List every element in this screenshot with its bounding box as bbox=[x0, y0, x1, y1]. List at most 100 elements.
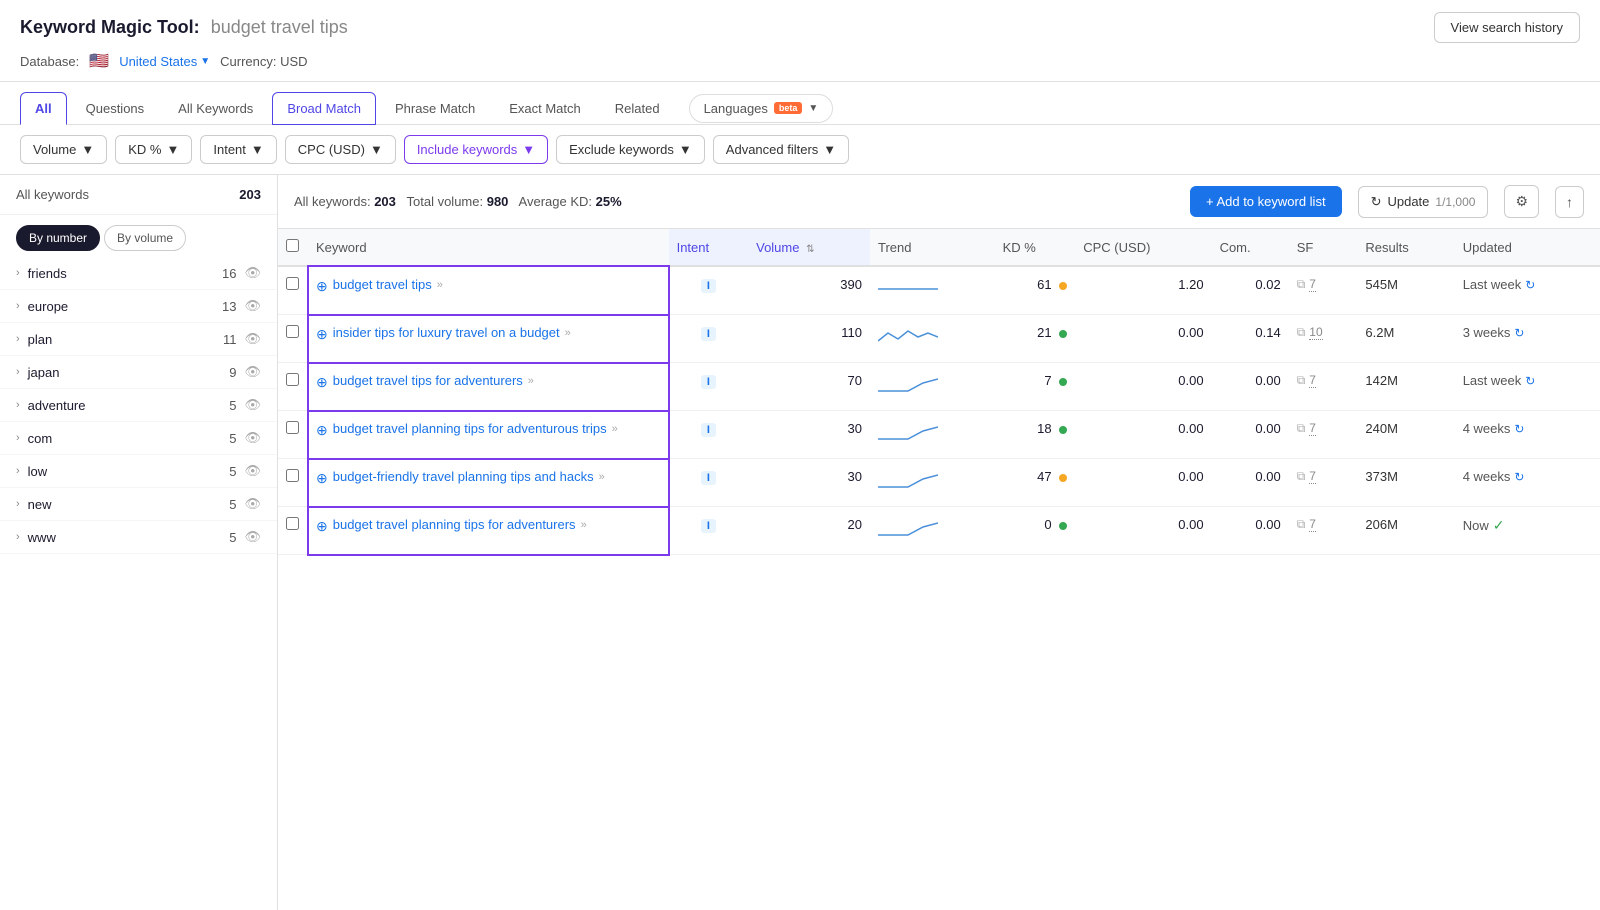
keyword-link[interactable]: ⊕ insider tips for luxury travel on a bu… bbox=[316, 325, 661, 343]
sidebar-item[interactable]: › www 5 👁 bbox=[0, 521, 277, 554]
eye-icon[interactable]: 👁 bbox=[244, 397, 261, 413]
add-to-keyword-list-button[interactable]: + Add to keyword list bbox=[1190, 186, 1342, 217]
search-query: budget travel tips bbox=[211, 17, 348, 37]
tab-all-keywords[interactable]: All Keywords bbox=[163, 92, 268, 125]
arrow-right-icon: » bbox=[437, 279, 443, 291]
sidebar-item-count: 5 bbox=[229, 530, 236, 545]
sidebar-item[interactable]: › friends 16 👁 bbox=[0, 257, 277, 290]
settings-button[interactable]: ⚙ bbox=[1504, 185, 1539, 218]
chevron-right-icon: › bbox=[16, 267, 20, 279]
languages-tab[interactable]: Languages beta ▼ bbox=[689, 94, 834, 123]
volume-cell: 390 bbox=[748, 266, 870, 315]
updated-cell: Last week ↻ bbox=[1455, 266, 1600, 315]
tab-broad-match[interactable]: Broad Match bbox=[272, 92, 376, 125]
group-by-number[interactable]: By number bbox=[16, 225, 100, 251]
refresh-icon: ↻ bbox=[1514, 326, 1524, 340]
keyword-text: insider tips for luxury travel on a budg… bbox=[333, 325, 560, 340]
filter-volume[interactable]: Volume ▼ bbox=[20, 135, 107, 164]
sidebar-item[interactable]: › adventure 5 👁 bbox=[0, 389, 277, 422]
view-history-button[interactable]: View search history bbox=[1434, 12, 1580, 43]
sf-number: 7 bbox=[1309, 517, 1316, 532]
all-keywords-stats: All keywords: 203 Total volume: 980 Aver… bbox=[294, 194, 622, 209]
tab-exact-match[interactable]: Exact Match bbox=[494, 92, 596, 125]
eye-icon[interactable]: 👁 bbox=[244, 496, 261, 512]
eye-icon[interactable]: 👁 bbox=[244, 331, 261, 347]
eye-icon[interactable]: 👁 bbox=[244, 463, 261, 479]
tab-related[interactable]: Related bbox=[600, 92, 675, 125]
row-checkbox[interactable] bbox=[286, 517, 299, 530]
filter-include-keywords[interactable]: Include keywords ▼ bbox=[404, 135, 548, 164]
volume-cell: 30 bbox=[748, 411, 870, 459]
sf-number: 7 bbox=[1309, 373, 1316, 388]
keyword-link[interactable]: ⊕ budget-friendly travel planning tips a… bbox=[316, 469, 661, 487]
row-checkbox-cell[interactable] bbox=[278, 459, 308, 507]
col-updated: Updated bbox=[1455, 229, 1600, 266]
plus-circle-icon: ⊕ bbox=[316, 374, 328, 391]
keyword-link[interactable]: ⊕ budget travel tips for adventurers » bbox=[316, 373, 661, 391]
tab-questions[interactable]: Questions bbox=[71, 92, 160, 125]
row-checkbox[interactable] bbox=[286, 325, 299, 338]
sf-number: 7 bbox=[1309, 277, 1316, 292]
sidebar-item[interactable]: › europe 13 👁 bbox=[0, 290, 277, 323]
eye-icon[interactable]: 👁 bbox=[244, 265, 261, 281]
database-link[interactable]: United States ▼ bbox=[119, 54, 210, 69]
keyword-link[interactable]: ⊕ budget travel planning tips for advent… bbox=[316, 517, 661, 535]
group-by-volume[interactable]: By volume bbox=[104, 225, 186, 251]
tool-name: Keyword Magic Tool: bbox=[20, 17, 200, 37]
sidebar-item[interactable]: › plan 11 👁 bbox=[0, 323, 277, 356]
row-checkbox[interactable] bbox=[286, 469, 299, 482]
chevron-right-icon: › bbox=[16, 498, 20, 510]
row-checkbox-cell[interactable] bbox=[278, 315, 308, 363]
eye-icon[interactable]: 👁 bbox=[244, 298, 261, 314]
keyword-cell: ⊕ budget-friendly travel planning tips a… bbox=[308, 459, 669, 507]
volume-cell: 110 bbox=[748, 315, 870, 363]
sidebar-item[interactable]: › new 5 👁 bbox=[0, 488, 277, 521]
database-label: Database: bbox=[20, 54, 79, 69]
trend-cell bbox=[870, 459, 995, 507]
sidebar-item-label: plan bbox=[28, 332, 223, 347]
row-checkbox[interactable] bbox=[286, 373, 299, 386]
keyword-link[interactable]: ⊕ budget travel planning tips for advent… bbox=[316, 421, 661, 439]
filter-intent[interactable]: Intent ▼ bbox=[200, 135, 276, 164]
row-checkbox[interactable] bbox=[286, 421, 299, 434]
sidebar-item[interactable]: › com 5 👁 bbox=[0, 422, 277, 455]
keyword-link[interactable]: ⊕ budget travel tips » bbox=[316, 277, 661, 295]
filter-cpc[interactable]: CPC (USD) ▼ bbox=[285, 135, 396, 164]
sidebar-item[interactable]: › japan 9 👁 bbox=[0, 356, 277, 389]
row-checkbox-cell[interactable] bbox=[278, 363, 308, 411]
beta-badge: beta bbox=[774, 102, 803, 114]
eye-icon[interactable]: 👁 bbox=[244, 364, 261, 380]
tab-all[interactable]: All bbox=[20, 92, 67, 125]
filter-exclude-keywords[interactable]: Exclude keywords ▼ bbox=[556, 135, 705, 164]
trend-cell bbox=[870, 363, 995, 411]
row-checkbox-cell[interactable] bbox=[278, 411, 308, 459]
select-all-checkbox[interactable] bbox=[286, 239, 299, 252]
update-button[interactable]: ↻ Update 1/1,000 bbox=[1358, 186, 1489, 218]
col-kd: KD % bbox=[995, 229, 1076, 266]
results-cell: 206M bbox=[1357, 507, 1454, 555]
filter-kd[interactable]: KD % ▼ bbox=[115, 135, 192, 164]
arrow-right-icon: » bbox=[528, 375, 534, 387]
plus-circle-icon: ⊕ bbox=[316, 278, 328, 295]
chevron-down-icon: ▼ bbox=[808, 103, 818, 114]
row-checkbox[interactable] bbox=[286, 277, 299, 290]
sf-copy-icon: ⧉ bbox=[1297, 469, 1306, 484]
row-checkbox-cell[interactable] bbox=[278, 507, 308, 555]
intent-badge: I bbox=[701, 519, 716, 533]
eye-icon[interactable]: 👁 bbox=[244, 430, 261, 446]
chevron-right-icon: › bbox=[16, 333, 20, 345]
sidebar-item[interactable]: › low 5 👁 bbox=[0, 455, 277, 488]
refresh-icon: ↻ bbox=[1371, 194, 1382, 210]
col-volume[interactable]: Volume ⇅ bbox=[748, 229, 870, 266]
eye-icon[interactable]: 👁 bbox=[244, 529, 261, 545]
cpc-cell: 0.00 bbox=[1075, 363, 1211, 411]
export-button[interactable]: ↑ bbox=[1555, 186, 1584, 218]
filter-advanced[interactable]: Advanced filters ▼ bbox=[713, 135, 849, 164]
tab-phrase-match[interactable]: Phrase Match bbox=[380, 92, 490, 125]
row-checkbox-cell[interactable] bbox=[278, 266, 308, 315]
kd-dot bbox=[1059, 474, 1067, 482]
sf-cell: ⧉ 7 bbox=[1289, 266, 1358, 315]
volume-cell: 30 bbox=[748, 459, 870, 507]
sidebar-item-count: 5 bbox=[229, 431, 236, 446]
keyword-cell: ⊕ insider tips for luxury travel on a bu… bbox=[308, 315, 669, 363]
